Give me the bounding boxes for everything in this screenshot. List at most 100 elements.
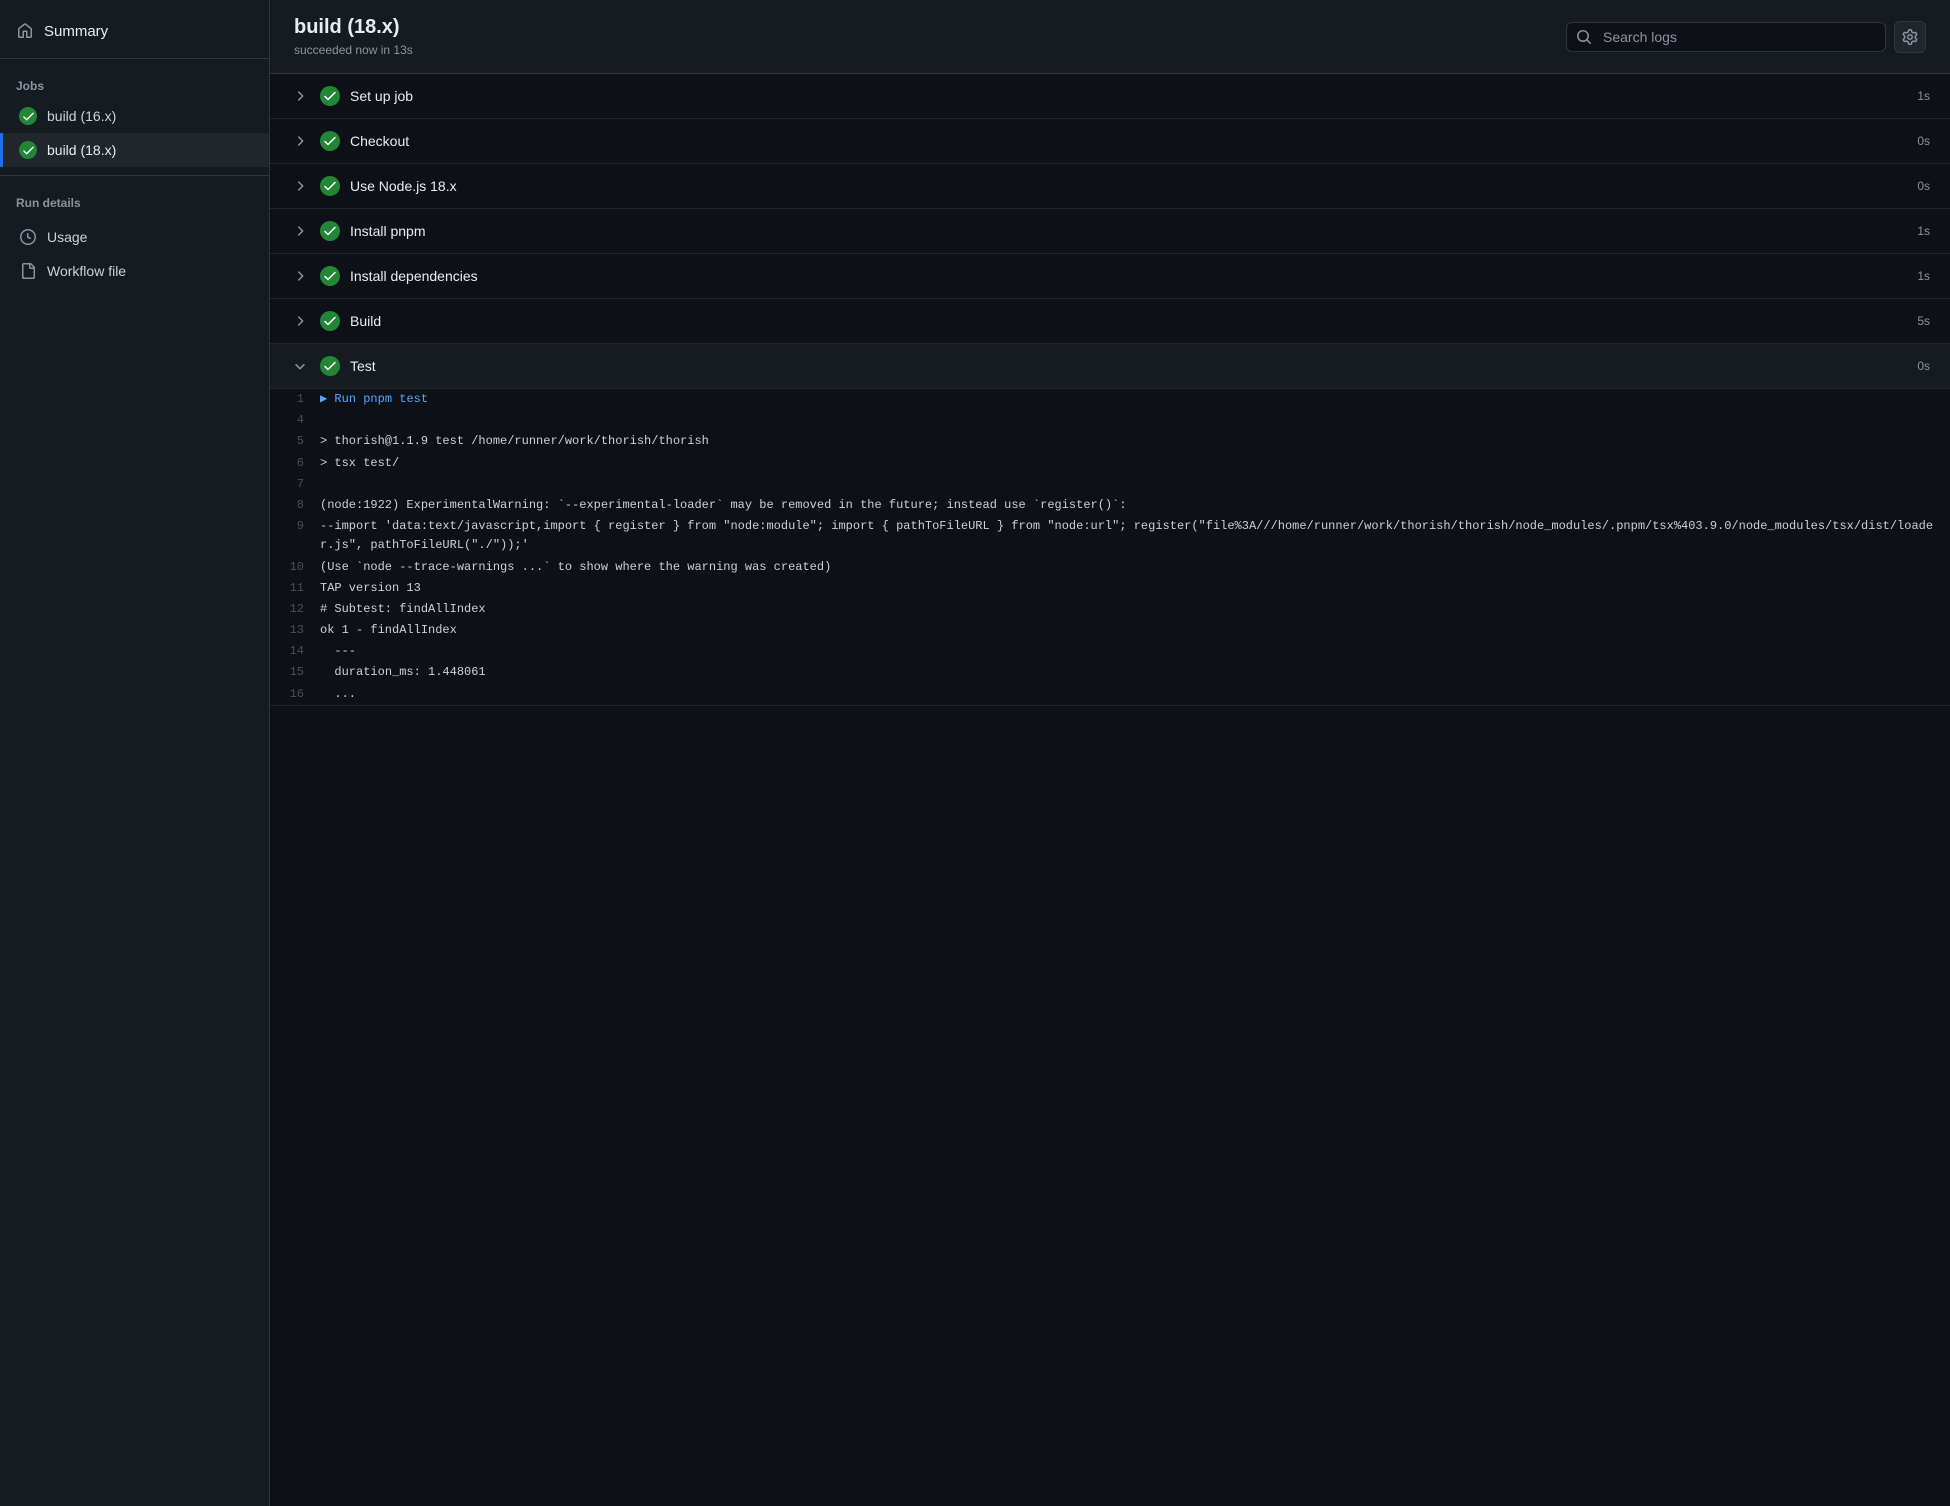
sidebar-item-usage[interactable]: Usage bbox=[0, 220, 269, 254]
log-line: 16 ... bbox=[270, 684, 1950, 705]
chevron-icon bbox=[290, 176, 310, 196]
job-title-group: build (18.x) succeeded now in 13s bbox=[294, 16, 413, 57]
step-row-build[interactable]: Build 5s bbox=[270, 299, 1950, 344]
chevron-icon bbox=[290, 86, 310, 106]
log-line: 13ok 1 - findAllIndex bbox=[270, 620, 1950, 641]
step-check-checkout bbox=[320, 131, 340, 151]
success-icon-build-16 bbox=[19, 107, 37, 125]
search-wrapper bbox=[1566, 22, 1886, 52]
sidebar-divider bbox=[0, 58, 269, 59]
log-line: 1▶ Run pnpm test bbox=[270, 389, 1950, 410]
chevron-icon bbox=[290, 356, 310, 376]
step-check-set-up-job bbox=[320, 86, 340, 106]
log-line: 7 bbox=[270, 474, 1950, 495]
step-name-install-pnpm: Install pnpm bbox=[350, 223, 1890, 239]
step-name-test: Test bbox=[350, 358, 1890, 374]
file-icon bbox=[19, 262, 37, 280]
step-check-use-nodejs bbox=[320, 176, 340, 196]
job-header: build (18.x) succeeded now in 13s bbox=[270, 0, 1950, 74]
log-line-content: ... bbox=[320, 685, 1950, 704]
step-row-test[interactable]: Test 0s bbox=[270, 344, 1950, 389]
chevron-icon bbox=[290, 221, 310, 241]
log-run-marker: ▶ Run pnpm test bbox=[320, 392, 428, 406]
log-line: 12# Subtest: findAllIndex bbox=[270, 599, 1950, 620]
log-line-content: # Subtest: findAllIndex bbox=[320, 600, 1950, 619]
log-line-content: (Use `node --trace-warnings ...` to show… bbox=[320, 558, 1950, 577]
step-duration-build: 5s bbox=[1900, 314, 1930, 328]
step-row-install-deps[interactable]: Install dependencies 1s bbox=[270, 254, 1950, 299]
step-duration-test: 0s bbox=[1900, 359, 1930, 373]
log-line: 14 --- bbox=[270, 641, 1950, 662]
steps-container: Set up job 1s Checkout 0s Use Node.js 18… bbox=[270, 74, 1950, 1506]
log-line-content: ok 1 - findAllIndex bbox=[320, 621, 1950, 640]
sidebar-item-workflow-file[interactable]: Workflow file bbox=[0, 254, 269, 288]
step-row-checkout[interactable]: Checkout 0s bbox=[270, 119, 1950, 164]
log-line: 6> tsx test/ bbox=[270, 453, 1950, 474]
sidebar-item-label-build-16: build (16.x) bbox=[47, 108, 116, 124]
step-name-install-deps: Install dependencies bbox=[350, 268, 1890, 284]
success-icon-build-18 bbox=[19, 141, 37, 159]
steps-list: Set up job 1s Checkout 0s Use Node.js 18… bbox=[270, 74, 1950, 706]
sidebar-item-build-18[interactable]: build (18.x) bbox=[0, 133, 269, 167]
step-check-test bbox=[320, 356, 340, 376]
step-duration-install-deps: 1s bbox=[1900, 269, 1930, 283]
log-line: 8(node:1922) ExperimentalWarning: `--exp… bbox=[270, 495, 1950, 516]
main-content: build (18.x) succeeded now in 13s bbox=[270, 0, 1950, 1506]
log-line-number: 9 bbox=[270, 517, 320, 536]
header-actions bbox=[1566, 21, 1926, 53]
log-line-number: 10 bbox=[270, 558, 320, 577]
step-duration-install-pnpm: 1s bbox=[1900, 224, 1930, 238]
log-line-number: 5 bbox=[270, 432, 320, 451]
step-name-set-up-job: Set up job bbox=[350, 88, 1890, 104]
step-row-use-nodejs[interactable]: Use Node.js 18.x 0s bbox=[270, 164, 1950, 209]
run-details-label: Run details bbox=[0, 184, 269, 216]
log-line: 15 duration_ms: 1.448061 bbox=[270, 662, 1950, 683]
step-check-build bbox=[320, 311, 340, 331]
step-check-install-pnpm bbox=[320, 221, 340, 241]
log-line-number: 4 bbox=[270, 411, 320, 430]
step-row-install-pnpm[interactable]: Install pnpm 1s bbox=[270, 209, 1950, 254]
step-check-install-deps bbox=[320, 266, 340, 286]
step-duration-set-up-job: 1s bbox=[1900, 89, 1930, 103]
workflow-file-label: Workflow file bbox=[47, 263, 126, 279]
log-line: 4 bbox=[270, 410, 1950, 431]
sidebar-divider-2 bbox=[0, 175, 269, 176]
log-line-number: 16 bbox=[270, 685, 320, 704]
search-logs-input[interactable] bbox=[1566, 22, 1886, 52]
log-line-content: > thorish@1.1.9 test /home/runner/work/t… bbox=[320, 432, 1950, 451]
home-icon bbox=[16, 22, 34, 40]
step-row-set-up-job[interactable]: Set up job 1s bbox=[270, 74, 1950, 119]
log-output-test: 1▶ Run pnpm test45> thorish@1.1.9 test /… bbox=[270, 389, 1950, 706]
log-line-number: 12 bbox=[270, 600, 320, 619]
gear-icon bbox=[1902, 29, 1918, 45]
log-line-content: (node:1922) ExperimentalWarning: `--expe… bbox=[320, 496, 1950, 515]
log-line-content: ▶ Run pnpm test bbox=[320, 390, 1950, 409]
log-line-number: 13 bbox=[270, 621, 320, 640]
sidebar-item-build-16[interactable]: build (16.x) bbox=[0, 99, 269, 133]
chevron-icon bbox=[290, 131, 310, 151]
log-line-number: 7 bbox=[270, 475, 320, 494]
log-line-content: > tsx test/ bbox=[320, 454, 1950, 473]
sidebar-summary[interactable]: Summary bbox=[0, 12, 269, 50]
log-line-content: --- bbox=[320, 642, 1950, 661]
log-line-content: --import 'data:text/javascript,import { … bbox=[320, 517, 1950, 555]
log-line-number: 11 bbox=[270, 579, 320, 598]
chevron-icon bbox=[290, 266, 310, 286]
step-duration-checkout: 0s bbox=[1900, 134, 1930, 148]
job-title: build (18.x) bbox=[294, 16, 413, 39]
jobs-label: Jobs bbox=[0, 67, 269, 99]
summary-label: Summary bbox=[44, 23, 108, 40]
log-line-number: 1 bbox=[270, 390, 320, 409]
log-line-number: 6 bbox=[270, 454, 320, 473]
log-line-content: TAP version 13 bbox=[320, 579, 1950, 598]
sidebar: Summary Jobs build (16.x) build (18.x) R… bbox=[0, 0, 270, 1506]
gear-button[interactable] bbox=[1894, 21, 1926, 53]
log-line-number: 15 bbox=[270, 663, 320, 682]
step-name-build: Build bbox=[350, 313, 1890, 329]
step-name-use-nodejs: Use Node.js 18.x bbox=[350, 178, 1890, 194]
usage-label: Usage bbox=[47, 229, 87, 245]
log-line-number: 8 bbox=[270, 496, 320, 515]
log-line: 5> thorish@1.1.9 test /home/runner/work/… bbox=[270, 431, 1950, 452]
log-line: 11TAP version 13 bbox=[270, 578, 1950, 599]
clock-icon bbox=[19, 228, 37, 246]
